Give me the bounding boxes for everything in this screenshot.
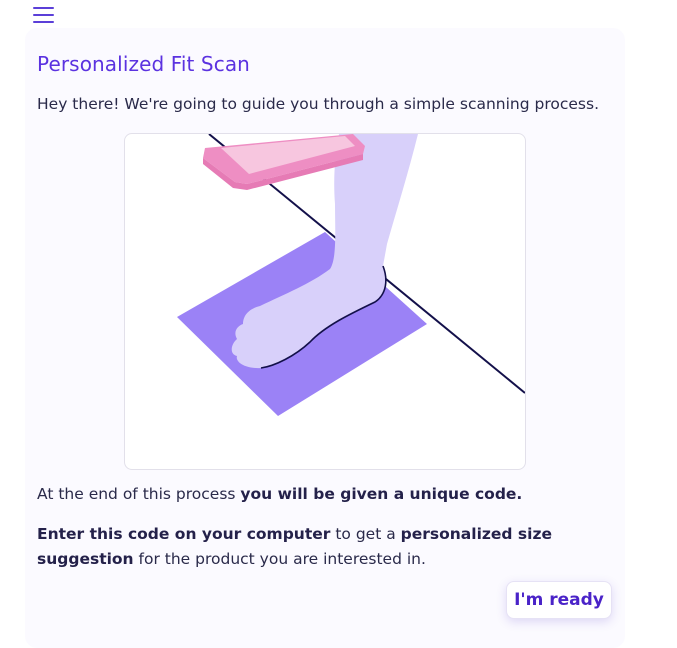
unique-code-text: At the end of this process you will be g… [37, 485, 522, 503]
enter-code-text: Enter this code on your computer to get … [37, 522, 627, 572]
fit-scan-card: Personalized Fit Scan Hey there! We're g… [25, 28, 625, 648]
paragraph2-text-mid: to get a [330, 525, 401, 543]
menu-bar-bottom [33, 21, 54, 23]
paragraph1-bold: you will be given a unique code. [240, 485, 523, 503]
foot-scan-illustration [124, 133, 526, 470]
menu-bar-middle [33, 14, 54, 16]
intro-text: Hey there! We're going to guide you thro… [37, 95, 600, 113]
page-title: Personalized Fit Scan [37, 52, 250, 76]
menu-bar-top [33, 7, 54, 9]
paragraph1-text: At the end of this process [37, 485, 241, 503]
paragraph2-text-after: for the product you are interested in. [133, 550, 426, 568]
paragraph2-bold1: Enter this code on your computer [37, 525, 331, 543]
hamburger-menu-icon[interactable] [33, 6, 55, 24]
im-ready-button[interactable]: I'm ready [506, 581, 612, 619]
